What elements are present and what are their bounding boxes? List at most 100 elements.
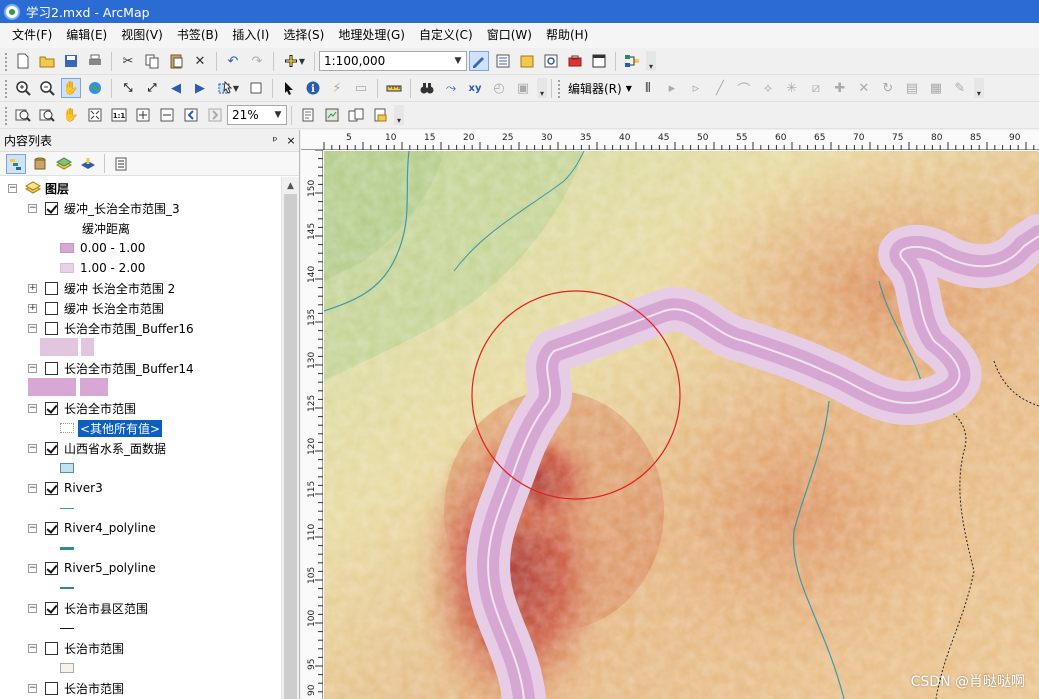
- edit-annotation-icon[interactable]: ▹: [686, 78, 706, 98]
- expand-icon[interactable]: +: [28, 303, 37, 313]
- chevron-down-icon[interactable]: ▼: [450, 52, 466, 70]
- data-driven-pages-icon[interactable]: [370, 105, 390, 125]
- collapse-icon[interactable]: −: [28, 643, 37, 653]
- collapse-icon[interactable]: −: [8, 183, 17, 193]
- collapse-icon[interactable]: −: [28, 443, 37, 453]
- river-line-swatch[interactable]: [60, 507, 74, 509]
- select-elements-arrow-icon[interactable]: [279, 78, 299, 98]
- layer-visibility-checkbox[interactable]: [45, 681, 58, 695]
- legend-symbol-row[interactable]: [60, 498, 74, 518]
- layout-pan-icon[interactable]: ✋: [61, 105, 81, 125]
- select-features-icon[interactable]: ▼: [214, 78, 242, 98]
- collapse-icon[interactable]: −: [28, 603, 37, 613]
- legend-class-row[interactable]: 0.00 - 1.00: [60, 238, 145, 258]
- toolbar-grip[interactable]: [4, 78, 8, 98]
- go-to-xy-icon[interactable]: xy: [465, 78, 485, 98]
- menu-customize[interactable]: 自定义(C): [412, 23, 480, 48]
- legend-swatch[interactable]: [60, 423, 74, 433]
- zoom-in-icon[interactable]: [13, 78, 33, 98]
- menu-geoprocessing[interactable]: 地理处理(G): [331, 23, 412, 48]
- point-icon[interactable]: ✳: [782, 78, 802, 98]
- toolbar-overflow-chevron[interactable]: ▾: [973, 78, 984, 98]
- layout-back-extent-icon[interactable]: [181, 105, 201, 125]
- layer-name[interactable]: 长治市县区范围: [64, 600, 148, 617]
- toc-layer-row[interactable]: − 山西省水系_面数据: [28, 438, 166, 458]
- attributes-icon[interactable]: ▤: [902, 78, 922, 98]
- toc-layer-row[interactable]: − 长治市范围: [28, 638, 124, 658]
- open-folder-icon[interactable]: [37, 51, 57, 71]
- layer-name[interactable]: River4_polyline: [64, 521, 156, 535]
- full-extent-globe-icon[interactable]: [85, 78, 105, 98]
- layer-name[interactable]: 缓冲 长治全市范围: [64, 300, 164, 317]
- list-by-selection-icon[interactable]: [78, 154, 98, 174]
- layer-visibility-checkbox[interactable]: [45, 201, 58, 215]
- redo-icon[interactable]: ↷: [247, 51, 267, 71]
- layer-visibility-checkbox[interactable]: [45, 281, 58, 295]
- layer-visibility-checkbox[interactable]: [45, 441, 58, 455]
- toc-vertical-scrollbar[interactable]: ▲: [281, 177, 299, 699]
- legend-symbol-row[interactable]: [60, 618, 74, 638]
- find-binoculars-icon[interactable]: [417, 78, 437, 98]
- time-slider-icon[interactable]: ◴: [489, 78, 509, 98]
- zoom-whole-page-icon[interactable]: [85, 105, 105, 125]
- buffer-ring-swatch[interactable]: [40, 338, 94, 356]
- focus-data-frame-icon[interactable]: [322, 105, 342, 125]
- arctoolbox-icon[interactable]: [565, 51, 585, 71]
- menu-insert[interactable]: 插入(I): [225, 23, 276, 48]
- toc-layer-row[interactable]: + 缓冲 长治全市范围 2: [28, 278, 175, 298]
- change-layout-icon[interactable]: [346, 105, 366, 125]
- collapse-icon[interactable]: −: [28, 483, 37, 493]
- new-document-icon[interactable]: [13, 51, 33, 71]
- layout-zoom-in-icon[interactable]: [13, 105, 33, 125]
- undo-icon[interactable]: ↶: [223, 51, 243, 71]
- chevron-down-icon[interactable]: ▼: [270, 106, 286, 124]
- editor-menu-button[interactable]: 编辑器(R): [568, 80, 622, 97]
- map-display[interactable]: CSDN @肖哒哒啊 5 10 15 20 25 30 35 40 45 50 …: [301, 130, 1039, 699]
- editor-toolbar-toggle-icon[interactable]: [469, 51, 489, 71]
- split-line-icon[interactable]: ✕: [854, 78, 874, 98]
- legend-symbol-row[interactable]: [60, 458, 74, 478]
- hyperlink-icon[interactable]: ⚡: [327, 78, 347, 98]
- toolbar-overflow-chevron[interactable]: ▾: [646, 51, 656, 71]
- list-by-drawing-order-icon[interactable]: [6, 153, 26, 174]
- layers-root-row[interactable]: − 图层: [8, 178, 69, 198]
- save-icon[interactable]: [61, 51, 81, 71]
- menu-bookmarks[interactable]: 书签(B): [170, 23, 226, 48]
- paste-icon[interactable]: [166, 51, 186, 71]
- toc-layer-row[interactable]: − 缓冲_长治全市范围_3: [28, 198, 180, 218]
- layer-name[interactable]: River5_polyline: [64, 561, 156, 575]
- toolbar-overflow-chevron[interactable]: ▾: [537, 78, 547, 98]
- legend-swatch[interactable]: [60, 263, 74, 273]
- end-point-arc-icon[interactable]: ⌒: [734, 78, 754, 98]
- layer-name[interactable]: River3: [64, 481, 103, 495]
- cut-icon[interactable]: ✂: [118, 51, 138, 71]
- toolbar-grip[interactable]: [4, 105, 8, 125]
- collapse-icon[interactable]: −: [28, 523, 37, 533]
- layer-visibility-checkbox[interactable]: [45, 601, 58, 615]
- layout-forward-extent-icon[interactable]: [205, 105, 225, 125]
- trace-icon[interactable]: ⟡: [758, 78, 778, 98]
- city-polygon-swatch[interactable]: [60, 663, 74, 673]
- legend-symbol-row[interactable]: [60, 538, 74, 558]
- cut-polygons-icon[interactable]: ✚: [830, 78, 850, 98]
- toc-layer-row[interactable]: − River4_polyline: [28, 518, 156, 538]
- find-route-icon[interactable]: ⤳: [441, 78, 461, 98]
- layer-name[interactable]: 缓冲_长治全市范围_3: [64, 200, 180, 217]
- model-builder-icon[interactable]: [622, 51, 642, 71]
- layer-visibility-checkbox[interactable]: [45, 481, 58, 495]
- pin-icon[interactable]: ᵖ: [267, 134, 283, 147]
- legend-class-row[interactable]: <其他所有值>: [60, 418, 163, 438]
- fixed-zoom-in-icon[interactable]: ⤡: [118, 78, 138, 98]
- collapse-icon[interactable]: −: [28, 363, 37, 373]
- rotate-tool-icon[interactable]: ↻: [878, 78, 898, 98]
- sketch-properties-icon[interactable]: ▦: [926, 78, 946, 98]
- toc-layer-row[interactable]: − River3: [28, 478, 103, 498]
- toc-layer-row[interactable]: − 长治市县区范围: [28, 598, 148, 618]
- water-polygon-swatch[interactable]: [60, 463, 74, 473]
- river-line-swatch[interactable]: [60, 546, 74, 550]
- layer-visibility-checkbox[interactable]: [45, 361, 58, 375]
- menu-edit[interactable]: 编辑(E): [59, 23, 114, 48]
- layer-visibility-checkbox[interactable]: [45, 321, 58, 335]
- legend-swatch[interactable]: [60, 243, 74, 253]
- toc-layer-row[interactable]: − River5_polyline: [28, 558, 156, 578]
